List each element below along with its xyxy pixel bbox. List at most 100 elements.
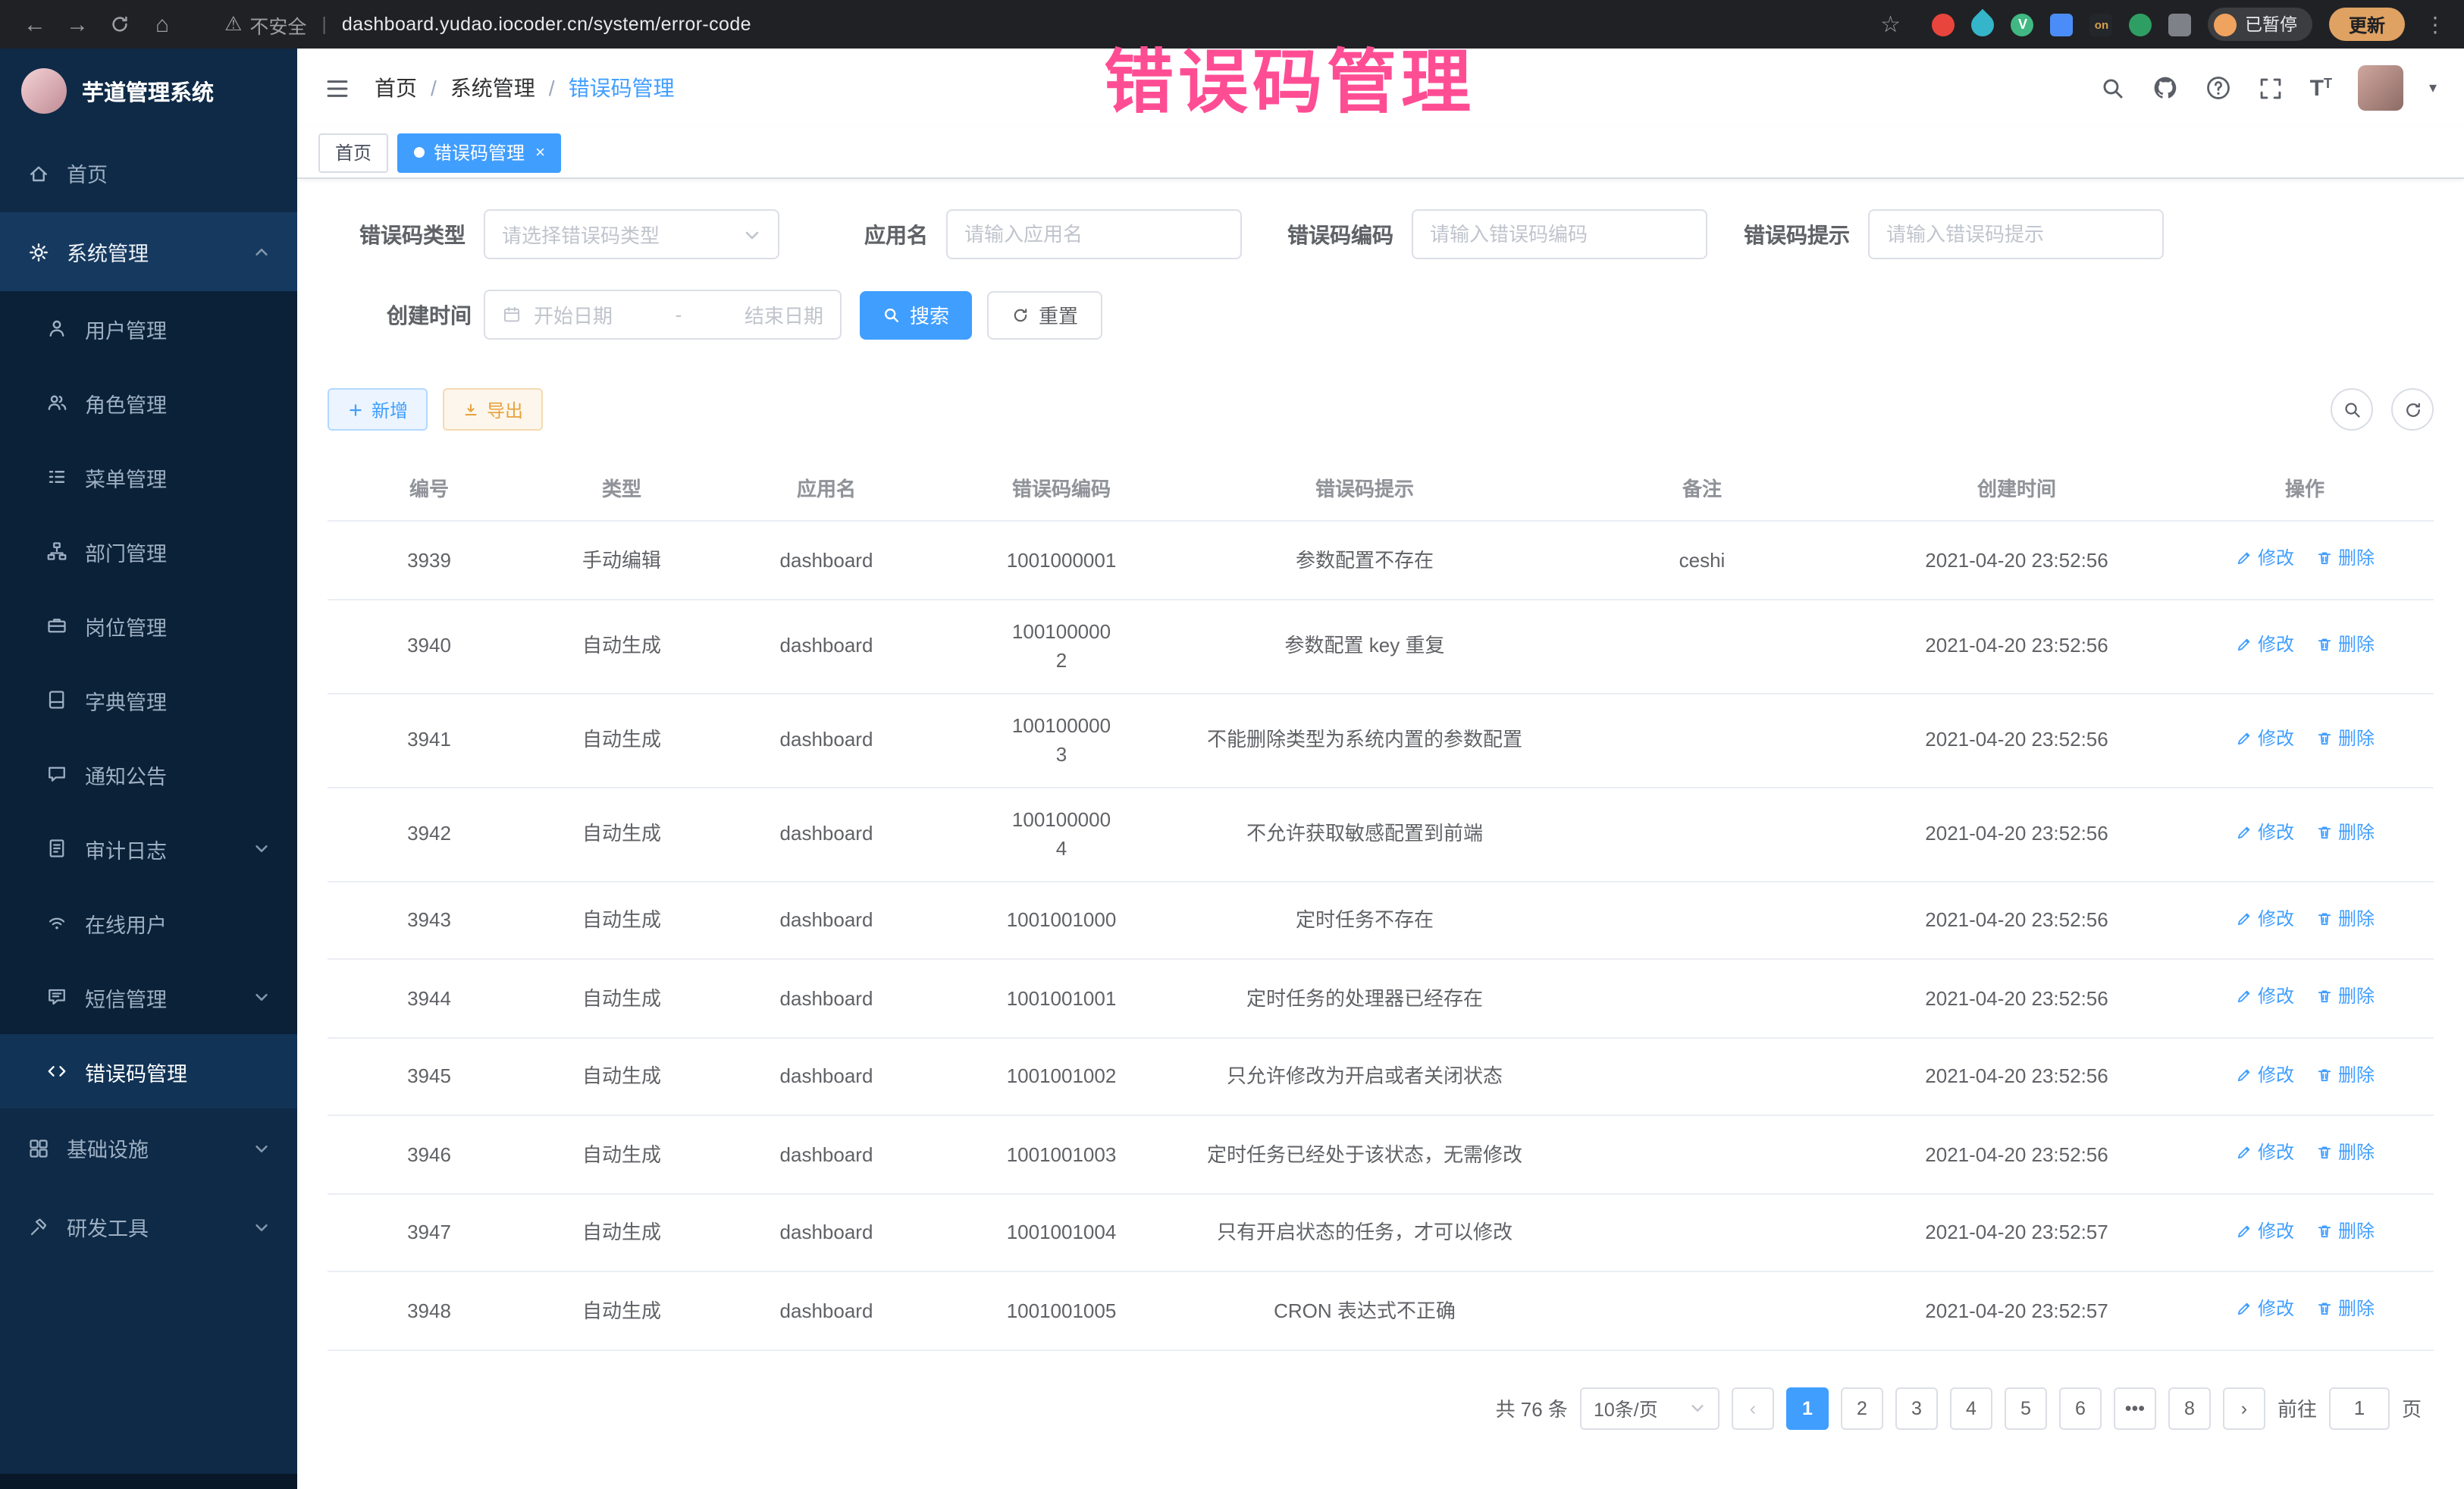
pager-page-4[interactable]: 4 [1950,1387,1992,1429]
help-icon[interactable] [2205,74,2233,102]
sidebar-item-audit-log[interactable]: 审计日志 [0,811,297,886]
delete-link[interactable]: 删除 [2315,725,2375,752]
delete-link[interactable]: 删除 [2315,819,2375,846]
date-range-picker[interactable]: 开始日期 - 结束日期 [484,290,842,340]
delete-link[interactable]: 删除 [2315,904,2375,932]
pager-prev-button[interactable]: ‹ [1732,1387,1774,1429]
edit-link[interactable]: 修改 [2235,544,2294,572]
browser-menu-icon[interactable]: ⋮ [2422,11,2449,37]
error-code-input[interactable] [1430,223,1689,246]
sms-icon [45,986,68,1008]
cell-remark: ceshi [1547,521,1857,599]
tab-close-icon[interactable]: × [535,143,545,161]
edit-link[interactable]: 修改 [2235,983,2294,1010]
sidebar-item-online-users[interactable]: 在线用户 [0,886,297,960]
cell-code: 1001001004 [940,1193,1183,1271]
sidebar-item-dict-management[interactable]: 字典管理 [0,663,297,737]
browser-home-icon[interactable]: ⌂ [143,5,182,44]
breadcrumb-home[interactable]: 首页 [375,73,417,103]
tab-error-code-management[interactable]: 错误码管理 × [397,133,562,172]
address-bar[interactable]: ⚠ 不安全 | dashboard.yudao.iocoder.cn/syste… [224,10,751,39]
refresh-table-button[interactable] [2391,388,2434,431]
pager-page-5[interactable]: 5 [2005,1387,2047,1429]
page-size-select[interactable]: 10条/页 [1580,1387,1719,1429]
vue-devtools-icon[interactable]: V [2011,13,2034,36]
breadcrumb-system[interactable]: 系统管理 [450,73,535,103]
error-hint-input[interactable] [1886,223,2146,246]
delete-link[interactable]: 删除 [2315,1295,2375,1322]
edit-link[interactable]: 修改 [2235,1217,2294,1244]
tab-home[interactable]: 首页 [318,133,388,172]
edit-link[interactable]: 修改 [2235,1061,2294,1088]
delete-link[interactable]: 删除 [2315,544,2375,572]
extension-leaf-icon[interactable] [2130,13,2152,36]
delete-link[interactable]: 删除 [2315,1061,2375,1088]
announcement-icon [45,763,68,785]
avatar-caret-icon[interactable]: ▾ [2429,80,2437,96]
sidebar-item-error-code-management[interactable]: 错误码管理 [0,1034,297,1108]
sidebar-item-dev-tools[interactable]: 研发工具 [0,1187,297,1266]
sidebar-item-infrastructure[interactable]: 基础设施 [0,1108,297,1187]
github-icon[interactable] [2152,74,2180,102]
edit-link[interactable]: 修改 [2235,904,2294,932]
extension-on-icon[interactable]: on [2090,13,2113,36]
pager-page-1[interactable]: 1 [1786,1387,1829,1429]
pager-page-2[interactable]: 2 [1841,1387,1883,1429]
profile-paused-badge[interactable]: 已暂停 [2209,8,2312,41]
font-size-icon[interactable]: TT [2310,75,2332,101]
menu-list-icon [45,466,68,488]
select-placeholder: 请选择错误码类型 [502,220,743,249]
sidebar-item-sms-management[interactable]: 短信管理 [0,960,297,1034]
pager-page-6[interactable]: 6 [2059,1387,2102,1429]
extension-drop-icon[interactable] [1967,8,1999,40]
pager-page-8[interactable]: 8 [2168,1387,2211,1429]
error-type-select[interactable]: 请选择错误码类型 [484,209,779,259]
extension-red-icon[interactable] [1933,13,1955,36]
sidebar-item-department-management[interactable]: 部门管理 [0,514,297,588]
show-search-toggle-button[interactable] [2331,388,2373,431]
breadcrumb: 首页 / 系统管理 / 错误码管理 [375,73,675,103]
sidebar-item-role-management[interactable]: 角色管理 [0,365,297,440]
add-button[interactable]: 新增 [328,388,428,431]
delete-link[interactable]: 删除 [2315,1217,2375,1244]
goto-page-input[interactable] [2329,1387,2390,1429]
delete-link[interactable]: 删除 [2315,983,2375,1010]
edit-link[interactable]: 修改 [2235,725,2294,752]
profile-emoji-icon [2215,13,2237,36]
sidebar-item-system-management[interactable]: 系统管理 [0,212,297,291]
fullscreen-icon[interactable] [2259,75,2284,101]
search-icon[interactable] [2101,75,2127,101]
edit-link[interactable]: 修改 [2235,1139,2294,1166]
sidebar-item-user-management[interactable]: 用户管理 [0,291,297,365]
extension-grid-icon[interactable] [2051,13,2074,36]
delete-link[interactable]: 删除 [2315,631,2375,658]
security-indicator[interactable]: ⚠ 不安全 [224,10,306,39]
edit-link[interactable]: 修改 [2235,819,2294,846]
export-button[interactable]: 导出 [443,388,543,431]
trash-icon [2315,909,2334,927]
pager-next-button[interactable]: › [2223,1387,2265,1429]
pager-more-button[interactable]: ••• [2114,1387,2156,1429]
app-name-input[interactable] [964,223,1224,246]
sidebar-item-post-management[interactable]: 岗位管理 [0,588,297,663]
sidebar-item-menu-management[interactable]: 菜单管理 [0,440,297,514]
browser-forward-icon[interactable]: → [58,5,97,44]
search-button[interactable]: 搜索 [860,290,972,339]
extensions-puzzle-icon[interactable] [2169,13,2192,36]
sidebar-item-home[interactable]: 首页 [0,133,297,212]
pager-page-3[interactable]: 3 [1895,1387,1938,1429]
browser-back-icon[interactable]: ← [15,5,55,44]
edit-link[interactable]: 修改 [2235,631,2294,658]
sidebar-item-notice[interactable]: 通知公告 [0,737,297,811]
app-logo[interactable]: 芋道管理系统 [0,49,297,133]
user-avatar[interactable] [2358,65,2403,111]
pagination: 共 76 条 10条/页 ‹ 123456•••8 › 前往 页 [328,1350,2434,1429]
delete-link[interactable]: 删除 [2315,1139,2375,1166]
bookmark-star-icon[interactable]: ☆ [1880,11,1901,38]
reset-button[interactable]: 重置 [987,290,1102,339]
edit-link[interactable]: 修改 [2235,1295,2294,1322]
hamburger-icon[interactable] [324,75,350,101]
filter-type-label: 错误码类型 [359,219,466,249]
browser-reload-icon[interactable] [100,5,140,44]
browser-update-button[interactable]: 更新 [2329,8,2405,41]
